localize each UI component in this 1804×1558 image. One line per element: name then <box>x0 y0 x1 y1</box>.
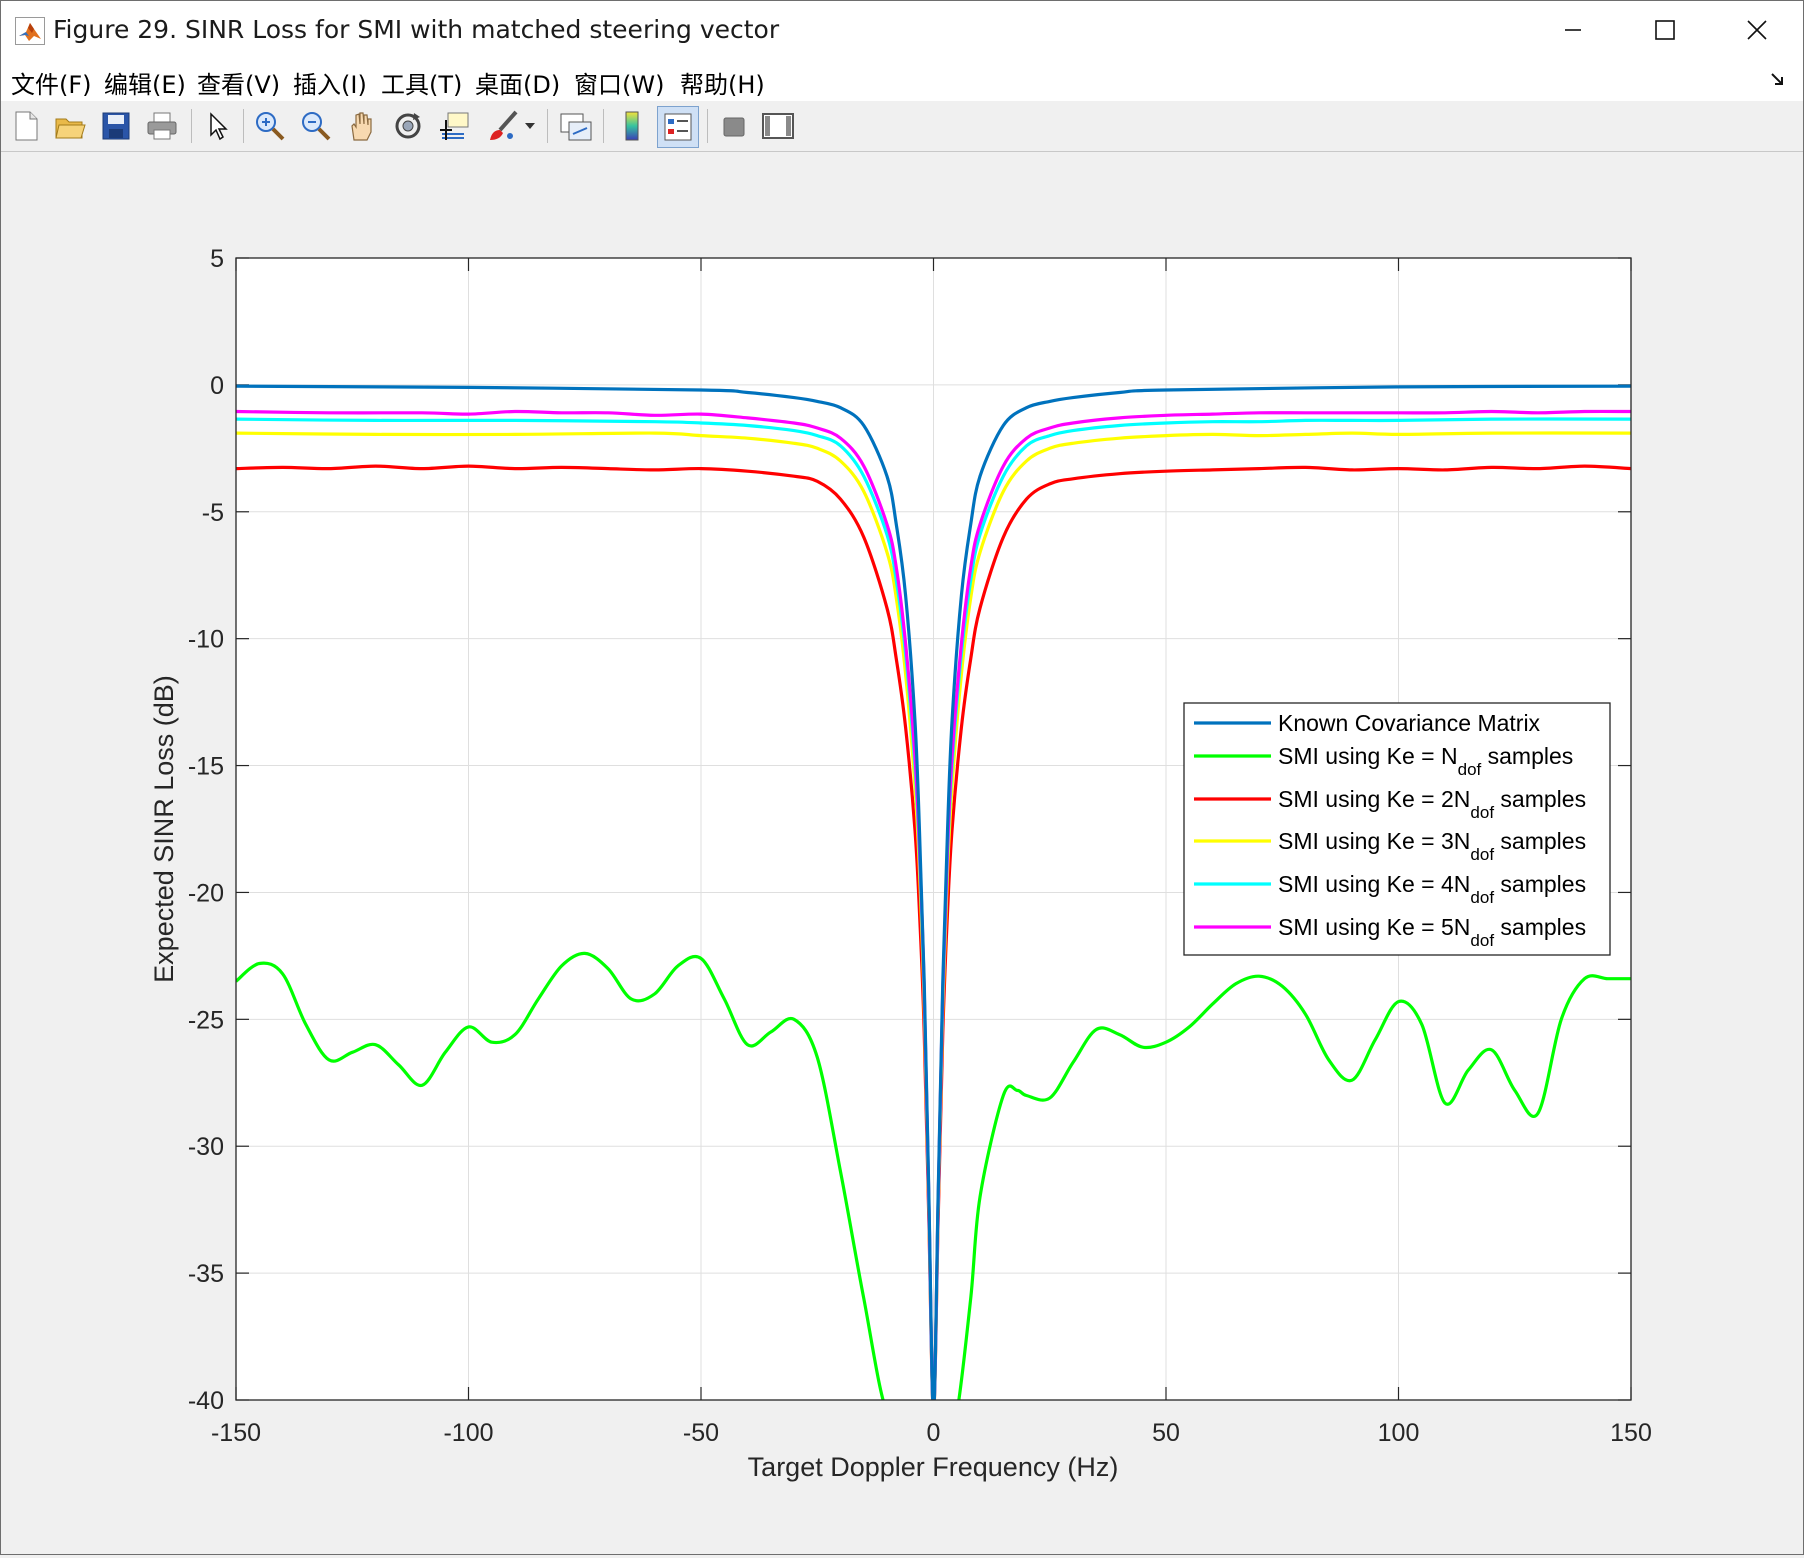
y-tick-label: 0 <box>210 372 224 400</box>
window-title: Figure 29. SINR Loss for SMI with matche… <box>53 15 780 44</box>
x-axis-label: Target Doppler Frequency (Hz) <box>748 1452 1119 1482</box>
y-tick-label: -5 <box>202 499 224 527</box>
rotate-3d-button[interactable] <box>389 107 427 145</box>
menu-help[interactable]: 帮助(H) <box>680 65 765 100</box>
legend-label-1: Known Covariance Matrix <box>1278 710 1541 736</box>
show-plot-tools-button[interactable] <box>759 107 797 145</box>
open-file-button[interactable] <box>51 107 89 145</box>
save-figure-button[interactable] <box>97 107 135 145</box>
insert-legend-button[interactable] <box>657 106 699 148</box>
menu-window[interactable]: 窗口(W) <box>574 65 664 100</box>
menu-bar: 文件(F) 编辑(E) 查看(V) 插入(I) 工具(T) 桌面(D) 窗口(W… <box>1 59 1803 102</box>
toolbar-separator <box>191 109 192 143</box>
link-plot-button[interactable] <box>557 107 595 145</box>
x-tick-labels: -150 -100 -50 0 50 100 150 <box>211 1419 1652 1447</box>
toolbar-separator <box>603 109 604 143</box>
menu-view[interactable]: 查看(V) <box>197 65 280 100</box>
rotate-icon <box>395 113 421 139</box>
x-tick-label: -50 <box>683 1419 719 1447</box>
zoom-in-button[interactable] <box>251 107 289 145</box>
toolbar-separator <box>547 109 548 143</box>
close-icon <box>1747 20 1767 40</box>
menu-insert[interactable]: 插入(I) <box>293 65 367 100</box>
minimize-icon <box>1565 29 1581 31</box>
maximize-button[interactable] <box>1619 1 1711 59</box>
legend[interactable]: Known Covariance MatrixSMI using Ke = Nd… <box>1183 702 1611 956</box>
toolbar-separator <box>243 109 244 143</box>
link-plot-icon <box>560 113 592 141</box>
y-tick-labels: 5 0 -5 -10 -15 -20 -25 -30 -35 -40 <box>188 245 224 1415</box>
data-cursor-button[interactable] <box>435 107 473 145</box>
zoom-in-icon <box>256 112 285 141</box>
folder-open-icon <box>55 118 86 139</box>
zoom-out-button[interactable] <box>297 107 335 145</box>
x-tick-label: -100 <box>443 1419 493 1447</box>
y-tick-label: -25 <box>188 1006 224 1034</box>
hide-tools-icon <box>723 117 745 137</box>
pan-button[interactable] <box>343 107 381 145</box>
x-tick-label: 0 <box>927 1419 941 1447</box>
figure-canvas: -150 -100 -50 0 50 100 150 5 0 -5 -10 -15 -20 -25 -30… <box>1 153 1803 1553</box>
menu-desktop[interactable]: 桌面(D) <box>475 65 560 100</box>
matlab-logo-icon <box>15 17 45 45</box>
data-cursor-icon <box>440 112 469 140</box>
hand-icon <box>351 112 372 141</box>
dock-figure-icon[interactable] <box>1769 69 1789 89</box>
y-tick-label: -35 <box>188 1260 224 1288</box>
x-tick-label: 150 <box>1610 1419 1652 1447</box>
menu-edit[interactable]: 编辑(E) <box>104 65 186 100</box>
toolbar-separator <box>707 109 708 143</box>
edit-plot-button[interactable] <box>199 107 237 145</box>
save-icon <box>102 112 130 140</box>
y-tick-label: 5 <box>210 245 224 273</box>
brush-button[interactable] <box>483 107 521 145</box>
chevron-down-icon <box>525 123 535 129</box>
sinr-loss-chart[interactable]: -150 -100 -50 0 50 100 150 50-5-10-15-20-25-30… <box>1 153 1803 1553</box>
y-tick-label: -10 <box>188 626 224 654</box>
y-tick-label: -20 <box>188 879 224 907</box>
title-bar[interactable]: Figure 29. SINR Loss for SMI with matche… <box>1 1 1803 59</box>
y-tick-label: -40 <box>188 1387 224 1415</box>
y-tick-label: -30 <box>188 1133 224 1161</box>
print-figure-button[interactable] <box>143 107 181 145</box>
close-button[interactable] <box>1711 1 1803 59</box>
brush-icon <box>490 110 518 140</box>
insert-colorbar-button[interactable] <box>613 107 651 145</box>
menu-tools[interactable]: 工具(T) <box>381 65 462 100</box>
zoom-out-icon <box>302 112 331 141</box>
minimize-button[interactable] <box>1527 1 1619 59</box>
figure-window: Figure 29. SINR Loss for SMI with matche… <box>0 0 1804 1555</box>
x-tick-label: 50 <box>1152 1419 1180 1447</box>
new-figure-button[interactable] <box>7 107 45 145</box>
show-tools-icon <box>762 113 794 139</box>
x-tick-label: 100 <box>1378 1419 1420 1447</box>
menu-file[interactable]: 文件(F) <box>11 65 92 100</box>
y-axis-label: Expected SINR Loss (dB) <box>149 675 179 983</box>
y-tick-label: -15 <box>188 753 224 781</box>
printer-icon <box>147 112 177 140</box>
hide-plot-tools-button[interactable] <box>715 107 753 145</box>
maximize-icon <box>1655 20 1675 40</box>
x-tick-label: -150 <box>211 1419 261 1447</box>
legend-icon <box>664 113 692 141</box>
figure-toolbar <box>1 101 1803 152</box>
cursor-arrow-icon <box>210 112 228 141</box>
new-file-icon <box>15 111 38 141</box>
brush-dropdown-button[interactable] <box>521 107 539 145</box>
colorbar-icon <box>625 111 639 141</box>
